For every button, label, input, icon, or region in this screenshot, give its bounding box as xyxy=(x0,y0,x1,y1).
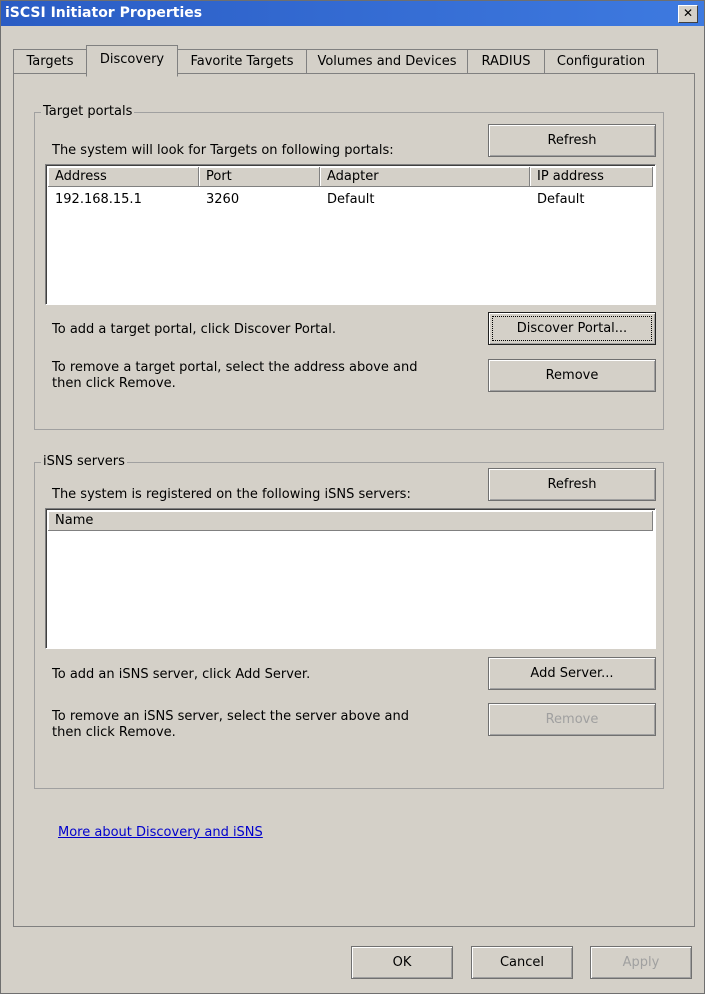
cell-ip-address: Default xyxy=(537,192,585,207)
tab-volumes-and-devices[interactable]: Volumes and Devices xyxy=(306,49,468,74)
tab-discovery[interactable]: Discovery xyxy=(86,45,178,77)
cell-port: 3260 xyxy=(206,192,240,207)
isns-servers-list[interactable]: Name xyxy=(45,508,656,649)
isns-servers-title: iSNS servers xyxy=(41,454,127,469)
column-header-adapter[interactable]: Adapter xyxy=(320,167,530,187)
close-icon[interactable]: ✕ xyxy=(678,5,698,23)
discover-portal-button[interactable]: Discover Portal... xyxy=(488,312,656,345)
window-title: iSCSI Initiator Properties xyxy=(5,5,203,21)
dialog-window: iSCSI Initiator Properties ✕ Targets Dis… xyxy=(0,0,705,994)
cell-address: 192.168.15.1 xyxy=(55,192,142,207)
target-portals-refresh-button[interactable]: Refresh xyxy=(488,124,656,157)
target-portals-list[interactable]: Address Port Adapter IP address 192.168.… xyxy=(45,164,656,305)
tab-radius[interactable]: RADIUS xyxy=(467,49,545,74)
isns-refresh-button[interactable]: Refresh xyxy=(488,468,656,501)
remove-isns-hint-line2: then click Remove. xyxy=(52,725,176,740)
ok-button[interactable]: OK xyxy=(351,946,453,979)
target-portals-list-header: Address Port Adapter IP address xyxy=(48,167,653,187)
isns-list-header: Name xyxy=(48,511,653,531)
focus-ring xyxy=(492,316,652,341)
target-portals-group: Target portals The system will look for … xyxy=(34,104,664,430)
add-server-button[interactable]: Add Server... xyxy=(488,657,656,690)
isns-servers-group: iSNS servers The system is registered on… xyxy=(34,454,664,789)
isns-description: The system is registered on the followin… xyxy=(52,487,411,502)
remove-portal-hint-line1: To remove a target portal, select the ad… xyxy=(52,360,418,375)
column-header-ip-address[interactable]: IP address xyxy=(530,167,653,187)
apply-button[interactable]: Apply xyxy=(590,946,692,979)
cancel-button[interactable]: Cancel xyxy=(471,946,573,979)
cell-adapter: Default xyxy=(327,192,375,207)
add-portal-hint: To add a target portal, click Discover P… xyxy=(52,322,336,337)
column-header-port[interactable]: Port xyxy=(199,167,320,187)
tab-favorite-targets[interactable]: Favorite Targets xyxy=(177,49,307,74)
column-header-name[interactable]: Name xyxy=(48,511,653,531)
tab-configuration[interactable]: Configuration xyxy=(544,49,658,74)
tab-targets[interactable]: Targets xyxy=(13,49,87,74)
discovery-panel: Target portals The system will look for … xyxy=(13,73,695,927)
column-header-address[interactable]: Address xyxy=(48,167,199,187)
target-portals-title: Target portals xyxy=(41,104,135,119)
remove-isns-button[interactable]: Remove xyxy=(488,703,656,736)
remove-isns-hint-line1: To remove an iSNS server, select the ser… xyxy=(52,709,410,724)
remove-portal-hint-line2: then click Remove. xyxy=(52,376,176,391)
more-about-discovery-link[interactable]: More about Discovery and iSNS xyxy=(58,825,263,840)
add-isns-hint: To add an iSNS server, click Add Server. xyxy=(52,667,311,682)
remove-portal-button[interactable]: Remove xyxy=(488,359,656,392)
target-portals-description: The system will look for Targets on foll… xyxy=(52,143,394,158)
title-bar: iSCSI Initiator Properties ✕ xyxy=(1,1,704,26)
